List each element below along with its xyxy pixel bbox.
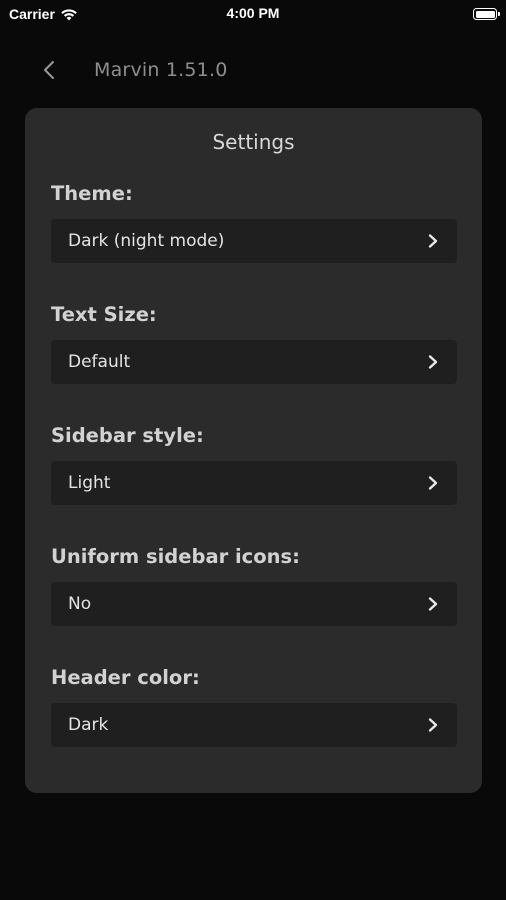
setting-theme: Theme: Dark (night mode) bbox=[51, 180, 457, 263]
theme-select[interactable]: Dark (night mode) bbox=[51, 219, 457, 263]
setting-sidebar-style: Sidebar style: Light bbox=[51, 422, 457, 505]
header-color-select[interactable]: Dark bbox=[51, 703, 457, 747]
status-bar: Carrier 4:00 PM bbox=[0, 0, 506, 28]
setting-value: Dark (night mode) bbox=[68, 231, 225, 251]
chevron-right-icon bbox=[428, 476, 438, 490]
chevron-left-icon bbox=[44, 61, 54, 79]
setting-label: Header color: bbox=[51, 666, 200, 689]
battery-level bbox=[475, 10, 495, 18]
status-right bbox=[473, 8, 500, 20]
chevron-right-icon bbox=[428, 355, 438, 369]
app-version-title: Marvin 1.51.0 bbox=[94, 59, 228, 81]
setting-label: Text Size: bbox=[51, 303, 157, 326]
status-time: 4:00 PM bbox=[226, 5, 280, 21]
nav-bar: Marvin 1.51.0 bbox=[0, 48, 506, 92]
setting-value: Default bbox=[68, 352, 131, 372]
back-button[interactable] bbox=[38, 50, 60, 90]
uniform-sidebar-icons-select[interactable]: No bbox=[51, 582, 457, 626]
status-left: Carrier bbox=[9, 6, 78, 22]
setting-uniform-sidebar-icons: Uniform sidebar icons: No bbox=[51, 543, 457, 626]
chevron-right-icon bbox=[428, 597, 438, 611]
setting-value: No bbox=[68, 594, 92, 614]
text-size-select[interactable]: Default bbox=[51, 340, 457, 384]
chevron-right-icon bbox=[428, 718, 438, 732]
battery-icon bbox=[473, 8, 500, 20]
setting-value: Light bbox=[68, 473, 111, 493]
wifi-icon bbox=[61, 8, 77, 20]
setting-text-size: Text Size: Default bbox=[51, 301, 457, 384]
setting-value: Dark bbox=[68, 715, 109, 735]
settings-title: Settings bbox=[212, 130, 295, 154]
setting-header-color: Header color: Dark bbox=[51, 664, 457, 747]
settings-screen: Carrier 4:00 PM Marvin 1.51.0 Settings T… bbox=[0, 0, 506, 900]
sidebar-style-select[interactable]: Light bbox=[51, 461, 457, 505]
carrier-label: Carrier bbox=[9, 6, 55, 22]
settings-card: Settings Theme: Dark (night mode) Text S… bbox=[25, 108, 482, 793]
setting-label: Sidebar style: bbox=[51, 424, 204, 447]
chevron-right-icon bbox=[428, 234, 438, 248]
setting-label: Uniform sidebar icons: bbox=[51, 545, 300, 568]
setting-label: Theme: bbox=[51, 182, 133, 205]
